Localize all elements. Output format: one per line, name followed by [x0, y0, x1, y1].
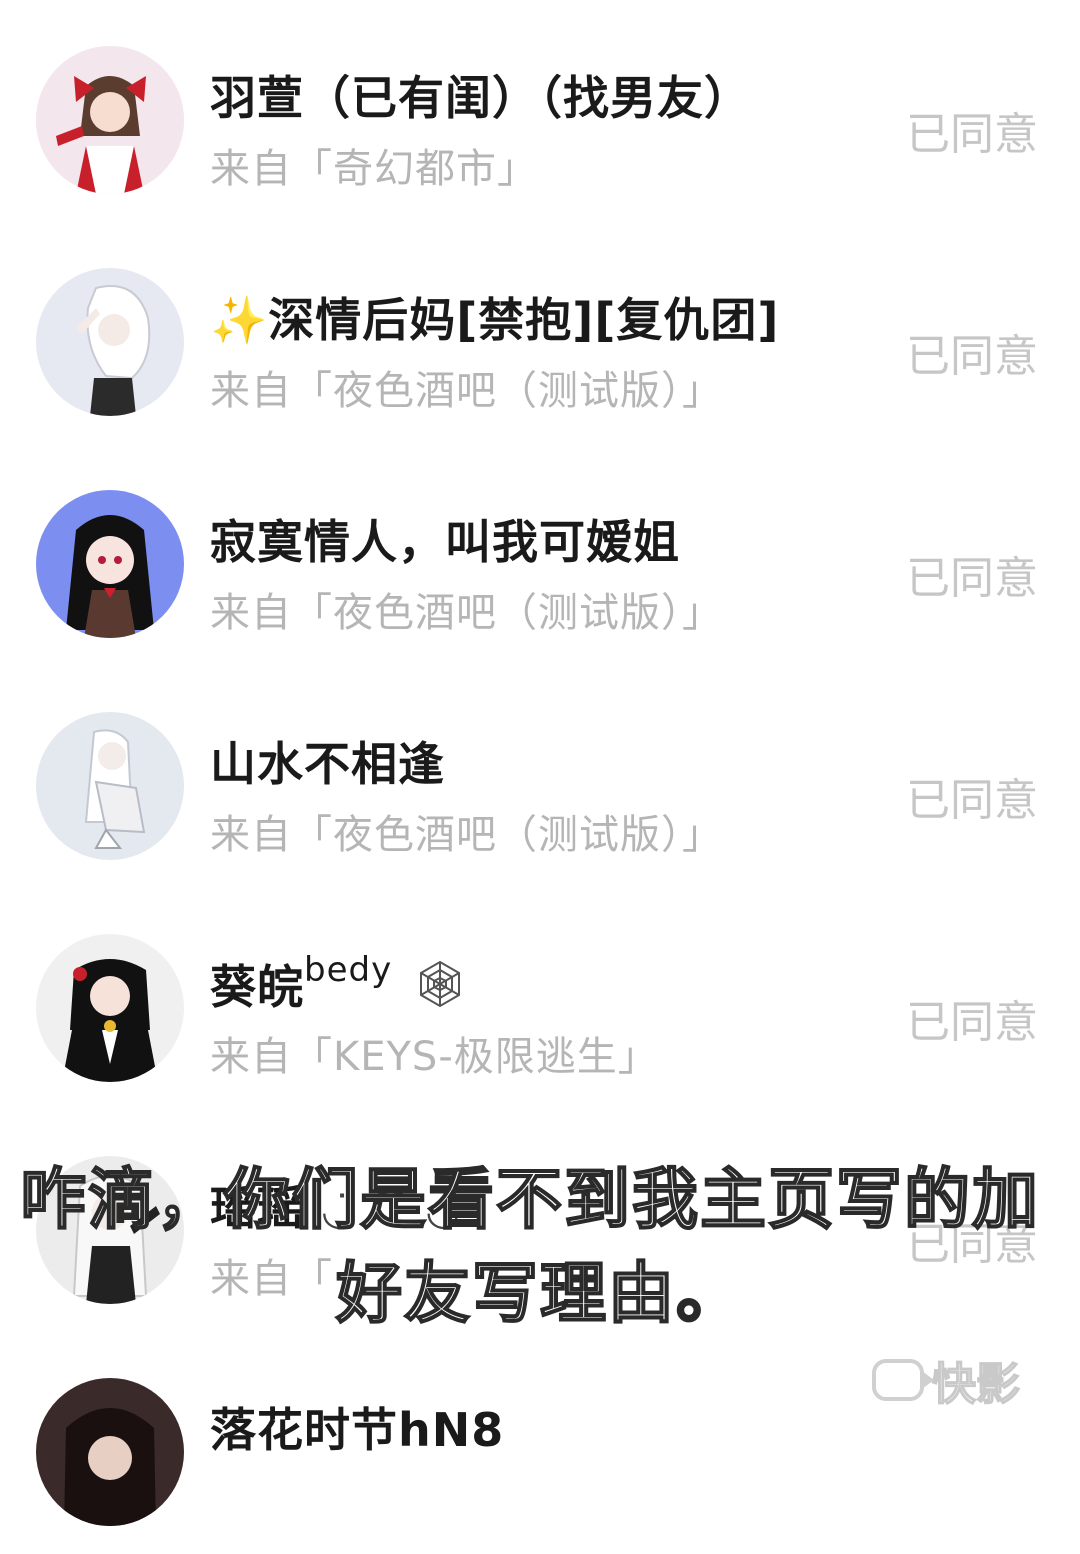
requester-name: ✨深情后妈[禁抱][复仇团] — [210, 293, 780, 347]
video-subtitle-line-1: 咋滴，你们是看不到我主页写的加 — [19, 1160, 1040, 1239]
name-superscript: bedy — [304, 950, 393, 990]
request-source: 来自「KEYS-极限逃生」 — [210, 1034, 659, 1080]
friend-request-row[interactable]: 山水不相逢 来自「夜色酒吧（测试版）」 已同意 — [0, 666, 1080, 888]
request-source: 来自「奇幻都市」 — [210, 146, 538, 192]
friend-request-row[interactable]: 寂寞情人，叫我可嫒姐 来自「夜色酒吧（测试版）」 已同意 — [0, 444, 1080, 666]
avatar-icon[interactable] — [36, 934, 184, 1082]
avatar-icon[interactable] — [36, 712, 184, 860]
avatar-icon[interactable] — [36, 268, 184, 416]
requester-name: 落花时节hN8 — [210, 1403, 505, 1457]
status-accepted-label: 已同意 — [906, 109, 1038, 160]
request-source: 来自「夜色酒吧（测试版）」 — [210, 812, 723, 858]
friend-request-row[interactable]: 葵皖bedy 来自「KEYS-极限逃生」 已同意 — [0, 888, 1080, 1110]
requester-name: 羽萱（已有闺）（找男友） — [210, 71, 751, 125]
kuaiying-logo-icon — [872, 1359, 934, 1401]
spider-web-icon — [415, 959, 465, 1020]
avatar-icon[interactable] — [36, 46, 184, 194]
friend-request-row[interactable]: ✨深情后妈[禁抱][复仇团] 来自「夜色酒吧（测试版）」 已同意 — [0, 222, 1080, 444]
request-source: 来自「夜色酒吧（测试版）」 — [210, 590, 723, 636]
video-subtitle-line-2: 好友写理由。 — [335, 1254, 744, 1333]
status-accepted-label: 已同意 — [906, 331, 1038, 382]
requester-name: 葵皖bedy — [210, 950, 465, 1020]
avatar-icon[interactable] — [36, 1378, 184, 1526]
friend-request-row[interactable]: 羽萱（已有闺）（找男友） 来自「奇幻都市」 已同意 — [0, 0, 1080, 222]
avatar-icon[interactable] — [36, 490, 184, 638]
watermark-label: 快影 — [931, 1358, 1021, 1411]
request-source: 来自「夜色酒吧（测试版）」 — [210, 368, 723, 414]
status-accepted-label: 已同意 — [906, 997, 1038, 1048]
status-accepted-label: 已同意 — [906, 775, 1038, 826]
requester-name: 山水不相逢 — [210, 737, 445, 791]
app-watermark: 快影 — [872, 1352, 1052, 1411]
status-accepted-label: 已同意 — [906, 553, 1038, 604]
requester-name: 寂寞情人，叫我可嫒姐 — [210, 515, 680, 569]
